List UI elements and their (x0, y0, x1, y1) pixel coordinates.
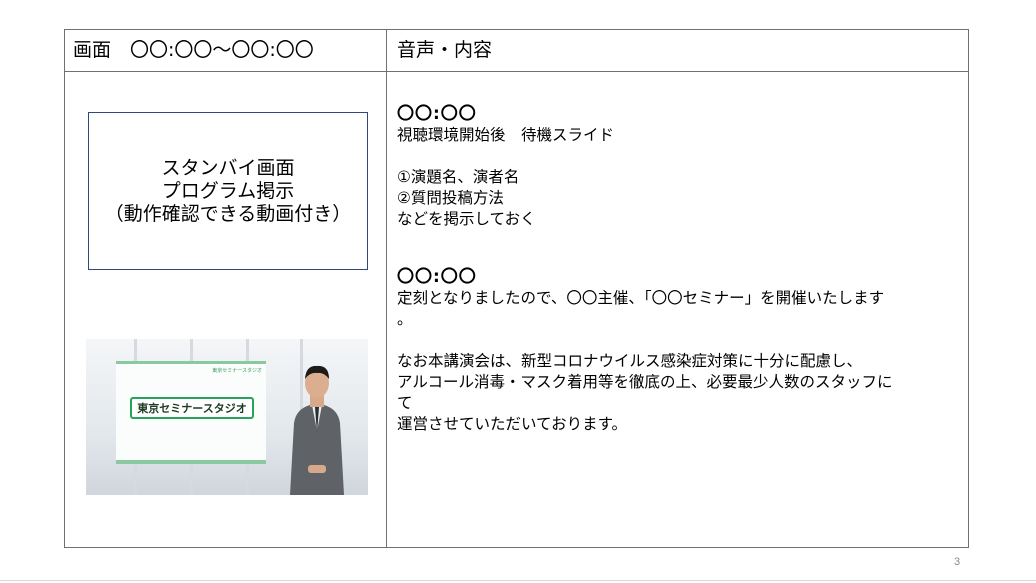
header-screen: 画面 〇〇:〇〇～〇〇:〇〇 (73, 39, 314, 61)
content-line: なお本講演会は、新型コロナウイルス感染症対策に十分に配慮し、 (397, 352, 863, 370)
presenter-figure (290, 365, 344, 495)
slide: 画面 〇〇:〇〇～〇〇:〇〇 音声・内容 スタンバイ画面 プログラム掲示 （動作… (0, 0, 1036, 583)
standby-line-3: （動作確認できる動画付き） (104, 202, 352, 225)
time-stamp-1: 〇〇:〇〇 (397, 104, 477, 124)
content-line: アルコール消毒・マスク着用等を徹底の上、必要最少人数のスタッフに (397, 373, 893, 391)
audio-content-text: 〇〇:〇〇 視聴環境開始後 待機スライド ①演題名、演者名 ②質問投稿方法 など… (397, 104, 962, 435)
content-line: ①演題名、演者名 (397, 168, 520, 186)
column-divider (386, 30, 387, 547)
page-number: 3 (954, 556, 961, 568)
standby-line-1: スタンバイ画面 (161, 156, 295, 179)
standby-line-2: プログラム掲示 (161, 179, 295, 202)
content-line: 視聴環境開始後 待機スライド (397, 126, 615, 144)
content-line: 定刻となりましたので、〇〇主催、「〇〇セミナー」を開催いたします (397, 289, 885, 307)
content-line: ②質問投稿方法 (397, 189, 504, 207)
content-line: 運営させていただいております。 (397, 415, 628, 433)
board-title: 東京セミナースタジオ (130, 397, 254, 419)
content-line: などを掲示しておく (397, 210, 536, 228)
content-line: て (397, 394, 413, 412)
header-audio-content: 音声・内容 (397, 39, 493, 61)
studio-board: 東京セミナースタジオ 東京セミナースタジオ (116, 361, 266, 464)
time-stamp-2: 〇〇:〇〇 (397, 267, 477, 287)
bottom-rule (0, 580, 1036, 581)
standby-screen-box: スタンバイ画面 プログラム掲示 （動作確認できる動画付き） (88, 112, 368, 270)
studio-thumbnail: 東京セミナースタジオ 東京セミナースタジオ (86, 339, 368, 495)
script-table: 画面 〇〇:〇〇～〇〇:〇〇 音声・内容 スタンバイ画面 プログラム掲示 （動作… (64, 29, 969, 548)
content-line: 。 (397, 310, 413, 328)
header-divider (65, 71, 968, 72)
board-tag: 東京セミナースタジオ (212, 368, 262, 374)
